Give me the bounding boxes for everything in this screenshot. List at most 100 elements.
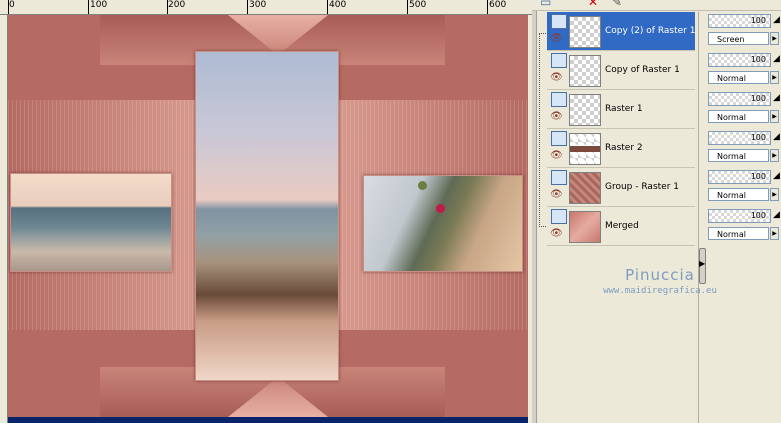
blend-mode-select[interactable]: Screen	[708, 32, 769, 45]
image-canvas[interactable]	[8, 15, 528, 417]
ruler-label: 200	[168, 0, 186, 10]
layer-name: Group - Raster 1	[605, 182, 679, 192]
blend-mode-select[interactable]: Normal	[708, 188, 769, 201]
visibility-eye-icon[interactable]: 👁	[550, 190, 563, 200]
layer-type-icon	[551, 209, 567, 224]
layer-thumbnail	[569, 94, 601, 126]
canvas-area[interactable]: 0 100 200 300 400 500 600	[0, 0, 532, 423]
layer-type-icon	[551, 14, 567, 29]
layer-props: 100 ◢ Normal ▶	[707, 129, 781, 167]
ruler-label: 0	[9, 0, 15, 10]
opacity-value: 100	[750, 211, 766, 220]
leaf-decoration	[418, 181, 427, 190]
layer-thumbnail	[569, 172, 601, 204]
layers-palette: ▭ ✕ ✎ 👁 Copy (2) of Raster 1 👁 Copy of R…	[532, 0, 781, 423]
layer-type-icon	[551, 92, 567, 107]
layer-row[interactable]: 👁 Raster 2	[547, 129, 695, 168]
properties-icon[interactable]: ✎	[612, 0, 622, 8]
layer-thumbnail	[569, 211, 601, 243]
ruler-tick	[167, 0, 168, 14]
visibility-eye-icon[interactable]: 👁	[550, 34, 563, 44]
group-bracket	[539, 33, 546, 227]
ruler-label: 400	[329, 0, 347, 10]
ruler-tick	[247, 0, 248, 14]
opacity-value: 100	[750, 55, 766, 64]
ruler-tick	[487, 0, 488, 14]
opacity-slider[interactable]: 100	[708, 14, 771, 28]
slider-caret-icon[interactable]: ◢	[773, 210, 780, 219]
ruler-tick	[8, 0, 9, 14]
layer-row[interactable]: 👁 Merged	[547, 207, 695, 246]
vertical-ruler	[0, 15, 8, 423]
layer-name: Merged	[605, 221, 639, 231]
ruler-label: 600	[489, 0, 507, 10]
layer-type-icon	[551, 131, 567, 146]
layer-row[interactable]: 👁 Copy of Raster 1	[547, 51, 695, 90]
visibility-eye-icon[interactable]: 👁	[550, 151, 563, 161]
opacity-slider[interactable]: 100	[708, 170, 771, 184]
dropdown-arrow-icon[interactable]: ▶	[770, 71, 779, 84]
opacity-slider[interactable]: 100	[708, 53, 771, 67]
blend-mode-select[interactable]: Normal	[708, 149, 769, 162]
opacity-value: 100	[750, 133, 766, 142]
column-separator	[698, 12, 699, 423]
layer-props: 100 ◢ Normal ▶	[707, 51, 781, 89]
slider-caret-icon[interactable]: ◢	[773, 54, 780, 63]
layer-name: Copy (2) of Raster 1	[605, 26, 696, 36]
ruler-tick	[327, 0, 328, 14]
opacity-value: 100	[750, 16, 766, 25]
dropdown-arrow-icon[interactable]: ▶	[770, 188, 779, 201]
dropdown-arrow-icon[interactable]: ▶	[770, 32, 779, 45]
opacity-slider[interactable]: 100	[708, 92, 771, 106]
flower-decoration	[436, 204, 445, 213]
layer-type-icon	[551, 53, 567, 68]
layer-row[interactable]: 👁 Raster 1	[547, 90, 695, 129]
layers-toolbar: ▭ ✕ ✎	[532, 0, 781, 11]
watermark-site: www.maidiregrafica.eu	[603, 286, 717, 296]
canvas-status-bar	[8, 417, 528, 423]
layer-name: Raster 2	[605, 143, 643, 153]
layer-props: 100 ◢ Normal ▶	[707, 168, 781, 206]
ruler-tick	[407, 0, 408, 14]
dropdown-arrow-icon[interactable]: ▶	[770, 227, 779, 240]
layer-name: Copy of Raster 1	[605, 65, 680, 75]
layer-name: Raster 1	[605, 104, 643, 114]
slider-caret-icon[interactable]: ◢	[773, 93, 780, 102]
visibility-eye-icon[interactable]: 👁	[550, 112, 563, 122]
blend-mode-select[interactable]: Normal	[708, 227, 769, 240]
opacity-slider[interactable]: 100	[708, 131, 771, 145]
beach-photo-center	[195, 51, 339, 381]
horizontal-ruler: 0 100 200 300 400 500 600	[0, 0, 532, 15]
visibility-eye-icon[interactable]: 👁	[550, 73, 563, 83]
layer-props: 100 ◢ Normal ▶	[707, 90, 781, 128]
watermark: Pinuccia www.maidiregrafica.eu	[585, 266, 735, 296]
panel-divider[interactable]	[532, 11, 537, 423]
slider-caret-icon[interactable]: ◢	[773, 132, 780, 141]
opacity-slider[interactable]: 100	[708, 209, 771, 223]
dropdown-arrow-icon[interactable]: ▶	[770, 110, 779, 123]
ruler-label: 100	[90, 0, 108, 10]
layer-thumbnail	[569, 16, 601, 48]
slider-caret-icon[interactable]: ◢	[773, 171, 780, 180]
layer-row[interactable]: 👁 Group - Raster 1	[547, 168, 695, 207]
layer-thumbnail	[569, 55, 601, 87]
layer-row[interactable]: 👁 Copy (2) of Raster 1	[547, 12, 695, 51]
ruler-label: 500	[409, 0, 427, 10]
slider-caret-icon[interactable]: ◢	[773, 15, 780, 24]
new-layer-icon[interactable]: ▭	[540, 0, 551, 8]
dropdown-arrow-icon[interactable]: ▶	[770, 149, 779, 162]
layer-type-icon	[551, 170, 567, 185]
beach-photo-right	[363, 175, 523, 272]
blend-mode-select[interactable]: Normal	[708, 110, 769, 123]
layer-props: 100 ◢ Normal ▶	[707, 207, 781, 245]
delete-layer-icon[interactable]: ✕	[588, 0, 598, 8]
watermark-name: Pinuccia	[625, 266, 695, 284]
ruler-label: 300	[249, 0, 267, 10]
layer-thumbnail	[569, 133, 601, 165]
beach-photo-left	[10, 173, 172, 272]
opacity-value: 100	[750, 94, 766, 103]
opacity-value: 100	[750, 172, 766, 181]
ruler-tick	[88, 0, 89, 14]
visibility-eye-icon[interactable]: 👁	[550, 229, 563, 239]
blend-mode-select[interactable]: Normal	[708, 71, 769, 84]
